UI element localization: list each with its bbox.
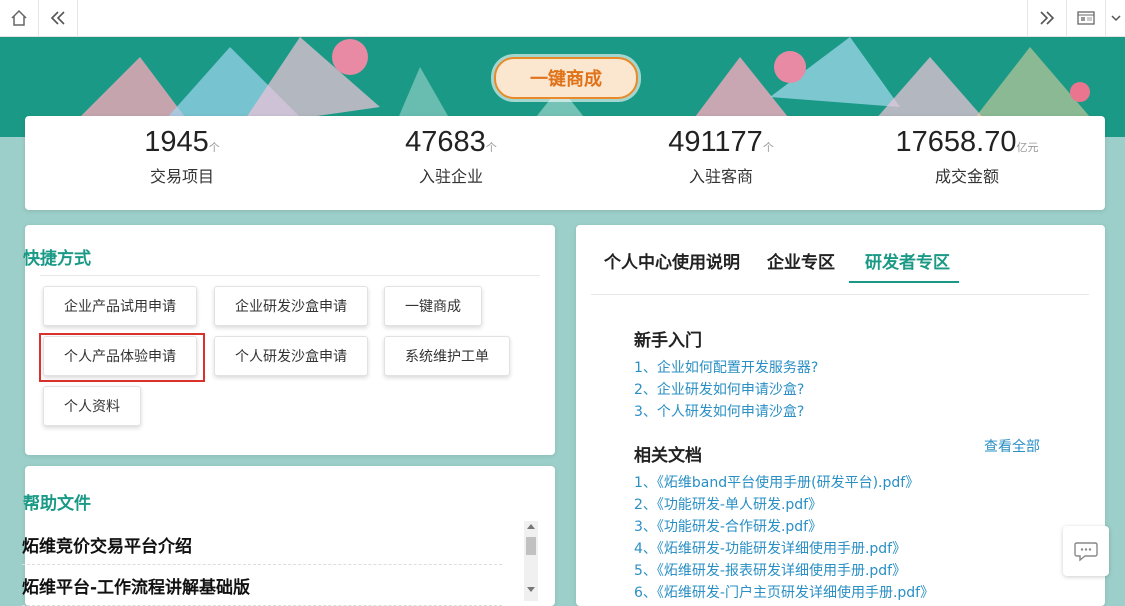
enterprise-sandbox-button[interactable]: 企业研发沙盒申请 <box>214 286 368 326</box>
tab-developer[interactable]: 研发者专区 <box>865 248 950 284</box>
stat-deal-amount: 17658.70亿元 成交金额 <box>837 126 1097 187</box>
chevron-down-icon[interactable] <box>1105 0 1125 36</box>
stat-label: 成交金额 <box>934 167 999 186</box>
stat-merchants: 491177个 入驻客商 <box>591 126 851 187</box>
one-click-deal-button[interactable]: 一键商成 <box>494 57 638 99</box>
help-scrollbar[interactable] <box>524 521 538 601</box>
stat-value: 47683 <box>405 126 486 158</box>
stat-unit: 亿元 <box>1016 141 1039 154</box>
personal-trial-button[interactable]: 个人产品体验申请 <box>43 336 197 376</box>
one-click-deal-shortcut[interactable]: 一键商成 <box>384 286 482 326</box>
help-title: 帮助文件 <box>23 494 91 514</box>
home-icon[interactable] <box>0 0 39 36</box>
stat-label: 入驻企业 <box>418 167 483 186</box>
enterprise-trial-button[interactable]: 企业产品试用申请 <box>43 286 197 326</box>
stat-unit: 个 <box>762 141 774 154</box>
help-item[interactable]: 炻维竞价交易平台介绍 <box>22 524 502 565</box>
personal-sandbox-button[interactable]: 个人研发沙盒申请 <box>214 336 368 376</box>
doc-link[interactable]: 6、《炻维研发-门户主页研发详细使用手册.pdf》 <box>634 582 934 602</box>
doc-link[interactable]: 4、《炻维研发-功能研发详细使用手册.pdf》 <box>634 538 906 558</box>
beginner-title: 新手入门 <box>634 331 702 351</box>
scroll-down-icon[interactable] <box>527 587 535 592</box>
divider <box>40 275 540 276</box>
tab-enterprise[interactable]: 企业专区 <box>767 248 835 284</box>
stat-label: 交易项目 <box>149 167 214 186</box>
maintenance-ticket-button[interactable]: 系统维护工单 <box>384 336 510 376</box>
stat-value: 491177 <box>668 126 763 158</box>
docs-title: 相关文档 <box>634 446 702 466</box>
beginner-link[interactable]: 1、企业如何配置开发服务器? <box>634 357 818 377</box>
stat-unit: 个 <box>485 141 497 154</box>
double-left-icon[interactable] <box>39 0 78 36</box>
scroll-thumb[interactable] <box>526 537 536 555</box>
beginner-link[interactable]: 2、企业研发如何申请沙盒? <box>634 379 804 399</box>
doc-link[interactable]: 2、《功能研发-单人研发.pdf》 <box>634 494 822 514</box>
doc-link[interactable]: 5、《炻维研发-报表研发详细使用手册.pdf》 <box>634 560 906 580</box>
divider <box>591 294 1089 295</box>
tab-personal-center[interactable]: 个人中心使用说明 <box>604 248 740 284</box>
shortcuts-title: 快捷方式 <box>23 249 91 269</box>
stat-value: 1945 <box>144 126 209 158</box>
stat-value: 17658.70 <box>895 126 1017 158</box>
scroll-up-icon[interactable] <box>527 524 535 529</box>
beginner-link[interactable]: 3、个人研发如何申请沙盒? <box>634 401 804 421</box>
stat-label: 入驻客商 <box>688 167 753 186</box>
stat-unit: 个 <box>208 141 220 154</box>
active-tab-underline <box>849 281 959 283</box>
stat-enterprises: 47683个 入驻企业 <box>321 126 581 187</box>
profile-button[interactable]: 个人资料 <box>43 386 141 426</box>
top-tab-bar <box>0 0 1125 37</box>
help-item[interactable]: 炻维平台-工作流程讲解基础版 <box>22 565 502 606</box>
view-all-link[interactable]: 查看全部 <box>984 436 1040 456</box>
chat-support-icon[interactable] <box>1063 526 1109 576</box>
panel-icon[interactable] <box>1066 0 1105 36</box>
stat-trade-projects: 1945个 交易项目 <box>52 126 312 187</box>
doc-link[interactable]: 1、《炻维band平台使用手册(研发平台).pdf》 <box>634 472 919 492</box>
double-right-icon[interactable] <box>1027 0 1066 36</box>
stats-panel: 1945个 交易项目 47683个 入驻企业 491177个 入驻客商 1765… <box>25 116 1105 210</box>
doc-link[interactable]: 3、《功能研发-合作研发.pdf》 <box>634 516 822 536</box>
